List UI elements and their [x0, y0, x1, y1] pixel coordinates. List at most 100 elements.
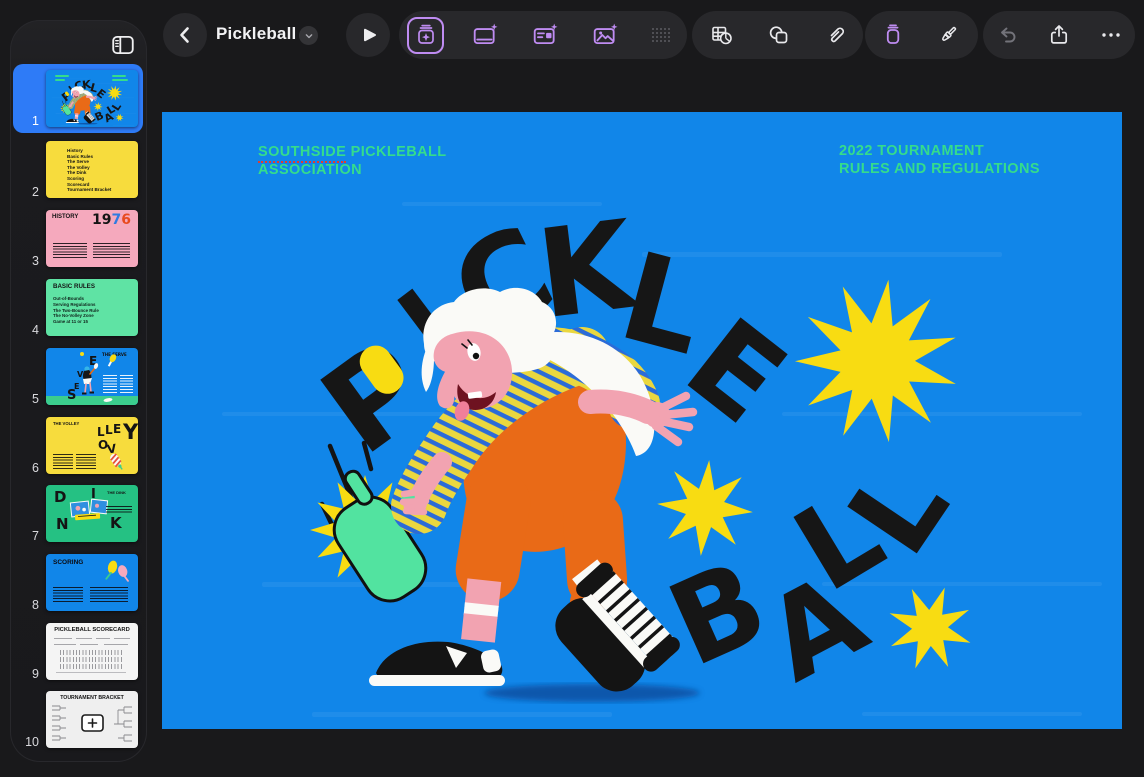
slide-thumbnail-5[interactable]: THE SERVE E V R E S [46, 348, 138, 405]
play-button[interactable] [346, 13, 390, 57]
slide-thumbnail-7[interactable]: THE DINK D I N K [46, 485, 138, 542]
slide-thumbnail-9[interactable]: PICKLEBALL SCORECARD [46, 623, 138, 680]
thumb-title: BASIC RULES [53, 283, 95, 290]
slide-canvas[interactable]: SOUTHSIDE PICKLEBALL ASSOCIATION 2022 TO… [162, 112, 1122, 729]
slide-number: 3 [13, 254, 46, 268]
slide-thumbnail-3[interactable]: HISTORY 1976 [46, 210, 138, 267]
slide-number: 6 [13, 461, 46, 475]
slide-row-1[interactable]: 1 [13, 70, 144, 127]
title-slide-art [162, 112, 1122, 729]
slide-thumbnail-6[interactable]: THE VOLLEY L L E Y O V [46, 417, 138, 474]
insert-ai-pill [399, 11, 687, 59]
actions-pill [983, 11, 1135, 59]
thumb-title: HISTORY [52, 214, 78, 220]
ai-image-icon [592, 22, 618, 48]
slide-thumbnail-4[interactable]: BASIC RULES Out-of-BoundsServing Regulat… [46, 279, 138, 336]
thumb-title: THE DINK [107, 490, 126, 495]
text-placeholder [103, 375, 117, 394]
bracket-diagram [52, 704, 132, 744]
ai-text-slide-icon [532, 22, 558, 48]
table-chart-icon [710, 23, 734, 47]
paperclip-icon [824, 23, 848, 47]
ai-theme-icon [414, 23, 438, 47]
paddles-illustration [98, 558, 134, 585]
thumb-header-dash [55, 75, 69, 77]
shapes-icon [767, 23, 791, 47]
svg-text:S: S [67, 388, 76, 403]
sidebar-toggle-button[interactable] [105, 28, 141, 64]
slide-row-2[interactable]: 2 HistoryBasic Rules The ServeThe Volley… [13, 141, 144, 198]
slide-thumbnail-1[interactable] [46, 70, 138, 127]
table-chart-button[interactable] [702, 15, 742, 55]
document-title-menu[interactable] [299, 26, 318, 45]
chevron-down-icon [302, 29, 316, 43]
ai-image-button[interactable] [585, 15, 625, 55]
thumb-title: PICKLEBALL SCORECARD [46, 627, 138, 633]
back-button[interactable] [163, 13, 207, 57]
share-icon [1047, 23, 1071, 47]
photo-collage [69, 498, 113, 530]
text-placeholder [120, 375, 133, 394]
slide-number: 10 [13, 735, 46, 749]
slide-row-9[interactable]: 9 PICKLEBALL SCORECARD [13, 623, 144, 680]
slide-number: 7 [13, 529, 46, 543]
shapes-button[interactable] [759, 15, 799, 55]
attachment-button[interactable] [816, 15, 856, 55]
animate-format-pill [865, 11, 978, 59]
document-title[interactable]: Pickleball [216, 24, 296, 44]
agenda-list: HistoryBasic Rules The ServeThe Volley T… [67, 148, 111, 193]
text-placeholder [53, 454, 73, 469]
tournament-text[interactable]: 2022 TOURNAMENT RULES AND REGULATIONS [839, 143, 1040, 178]
app-grid-button[interactable] [641, 15, 681, 55]
slide-number: 8 [13, 598, 46, 612]
text-placeholder [106, 506, 132, 514]
rules-list: Out-of-BoundsServing Regulations The Two… [53, 296, 99, 325]
slide-navigator: 1 2 HistoryBasic Rules The ServeThe Voll… [10, 20, 147, 762]
ai-theme-button[interactable] [407, 17, 444, 54]
slide-thumbnail-2[interactable]: HistoryBasic Rules The ServeThe Volley T… [46, 141, 138, 198]
ai-new-slide-icon [472, 22, 498, 48]
slide-row-6[interactable]: 6 THE VOLLEY L L E Y O V [13, 417, 144, 474]
association-text[interactable]: SOUTHSIDE PICKLEBALL ASSOCIATION [258, 144, 446, 179]
undo-button[interactable] [988, 15, 1028, 55]
format-button[interactable] [928, 15, 968, 55]
popsicle-illustration [106, 451, 128, 473]
more-icon [1099, 23, 1123, 47]
back-chevron-icon [173, 23, 197, 47]
animate-jar-icon [881, 23, 905, 47]
sidebar-toggle-icon [110, 32, 136, 58]
scorecard-line [54, 638, 72, 639]
slide-number: 4 [13, 323, 46, 337]
slide-row-3[interactable]: 3 HISTORY 1976 [13, 210, 144, 267]
text-placeholder [93, 243, 130, 258]
animate-button[interactable] [873, 15, 913, 55]
share-button[interactable] [1039, 15, 1079, 55]
slide-thumbnail-10[interactable]: TOURNAMENT BRACKET [46, 691, 138, 748]
more-button[interactable] [1091, 15, 1131, 55]
slide-number: 2 [13, 185, 46, 199]
slide-number: 1 [13, 114, 46, 128]
slide-row-10[interactable]: 10 TOURNAMENT BRACKET [13, 691, 144, 748]
thumb-title: TOURNAMENT BRACKET [46, 695, 138, 701]
thumb-title: SCORING [53, 559, 83, 566]
undo-icon [996, 23, 1020, 47]
text-placeholder [76, 454, 96, 469]
play-icon [356, 23, 380, 47]
text-placeholder [90, 587, 128, 604]
scorecard-ticks [60, 650, 124, 655]
slide-row-5[interactable]: 5 THE SERVE E V R E S [13, 348, 144, 405]
text-placeholder [53, 587, 83, 604]
ai-new-slide-button[interactable] [465, 15, 505, 55]
app-grid-icon [649, 23, 673, 47]
slide-row-8[interactable]: 8 SCORING [13, 554, 144, 611]
ai-text-slide-button[interactable] [525, 15, 565, 55]
slide-thumbnail-8[interactable]: SCORING [46, 554, 138, 611]
format-brush-icon [936, 23, 960, 47]
slide-row-7[interactable]: 7 THE DINK D I N K [13, 485, 144, 542]
slide-row-4[interactable]: 4 BASIC RULES Out-of-BoundsServing Regul… [13, 279, 144, 336]
text-placeholder [53, 243, 87, 258]
svg-text:V: V [77, 370, 84, 379]
slide-number: 5 [13, 392, 46, 406]
thumb-title: THE VOLLEY [53, 421, 79, 426]
misspelled-word: SOUTHSIDE [258, 144, 346, 163]
